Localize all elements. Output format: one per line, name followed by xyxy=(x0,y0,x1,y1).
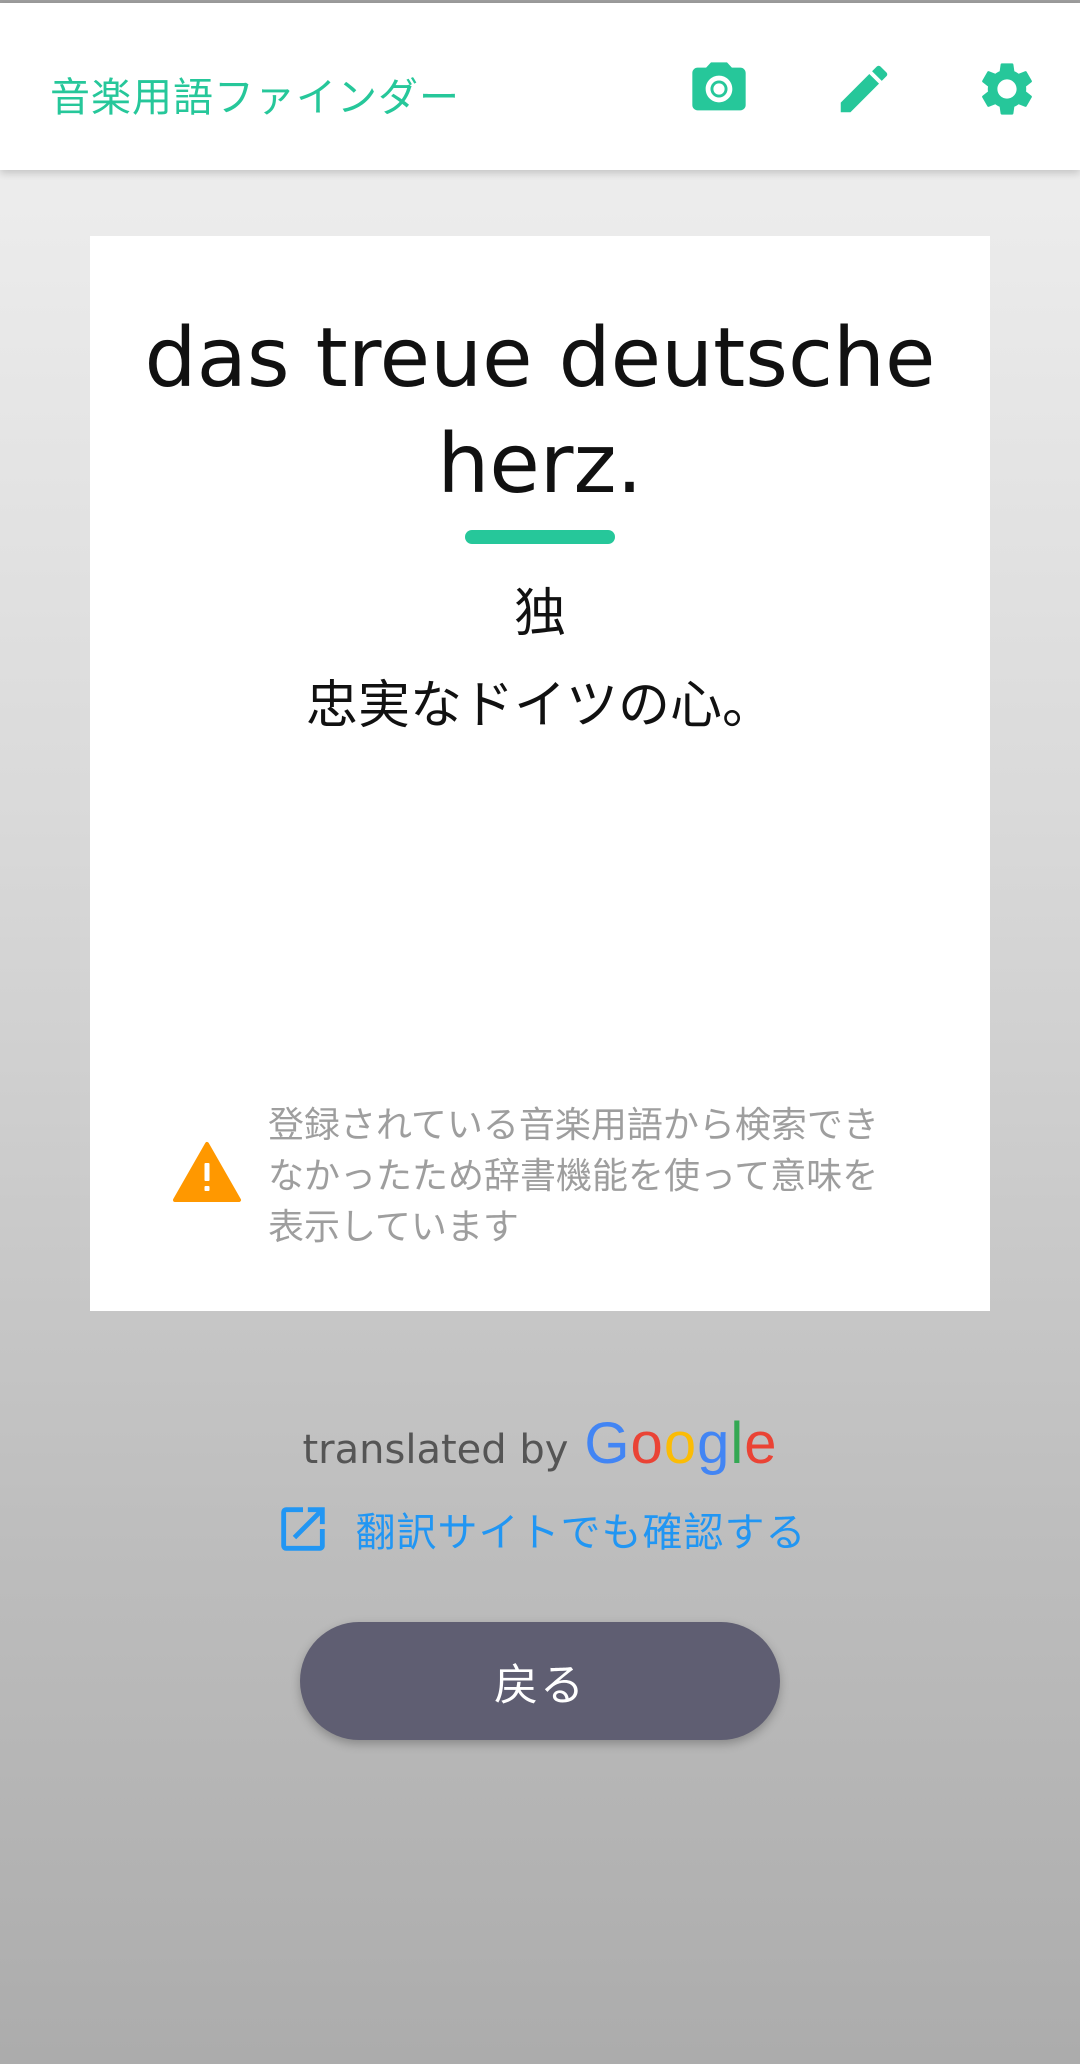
google-logo: Google xyxy=(584,1410,777,1477)
brand-letter: g xyxy=(697,1411,731,1476)
camera-icon[interactable] xyxy=(687,57,751,121)
brand-letter: G xyxy=(584,1411,631,1476)
brand-letter: l xyxy=(730,1411,745,1476)
accent-divider xyxy=(465,530,615,544)
term-title: das treue deutsche herz. xyxy=(144,311,936,512)
term-meaning: 独 忠実なドイツの心。 xyxy=(305,584,774,736)
pencil-icon[interactable] xyxy=(832,57,896,121)
check-translation-site-link[interactable]: 翻訳サイトでも確認する xyxy=(0,1500,1080,1558)
open-in-new-icon xyxy=(274,1500,332,1558)
result-card: das treue deutsche herz. 独 忠実なドイツの心。 登録さ… xyxy=(90,236,990,1311)
app-bar: 音楽用語ファインダー xyxy=(0,3,1080,170)
brand-letter: e xyxy=(744,1411,778,1476)
warning-icon xyxy=(172,1141,242,1203)
brand-letter: o xyxy=(630,1411,664,1476)
translated-by-label: translated by xyxy=(302,1427,569,1473)
translation-attribution: translated by Google xyxy=(0,1410,1080,1477)
notice-text: 登録されている音楽用語から検索できなかったため辞書機能を使って意味を表示していま… xyxy=(268,1105,879,1248)
app-title: 音楽用語ファインダー xyxy=(50,75,460,121)
brand-letter: o xyxy=(663,1411,698,1476)
back-button[interactable]: 戻る xyxy=(300,1622,780,1740)
gear-icon[interactable] xyxy=(975,57,1039,121)
link-label[interactable]: 翻訳サイトでも確認する xyxy=(356,1500,807,1558)
back-button-label[interactable]: 戻る xyxy=(494,1649,586,1713)
